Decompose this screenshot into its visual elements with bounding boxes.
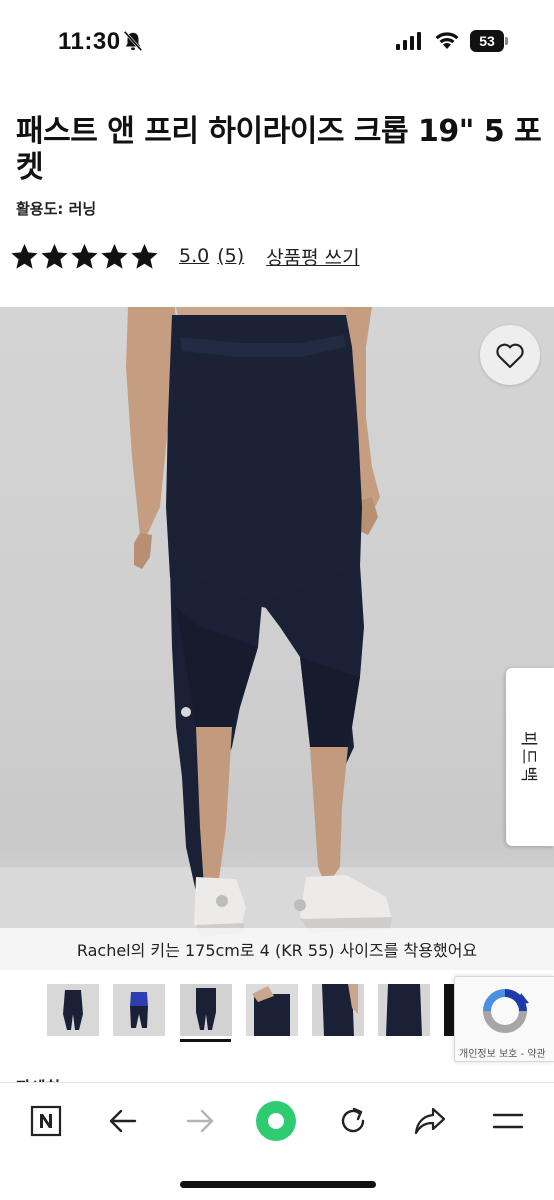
forward-arrow-icon xyxy=(186,1109,214,1133)
back-button[interactable] xyxy=(101,1099,145,1143)
rating-row: 5.0 (5) 상품평 쓰기 xyxy=(10,238,360,274)
green-dot-button[interactable] xyxy=(254,1099,298,1143)
status-time: 11:30 xyxy=(58,28,121,55)
model-photo xyxy=(0,307,554,970)
share-icon xyxy=(414,1107,446,1135)
green-circle-icon xyxy=(256,1101,296,1141)
thumbnail-4[interactable] xyxy=(246,984,298,1036)
rating-count-link[interactable]: (5) xyxy=(217,245,244,267)
recaptcha-badge[interactable]: 개인정보 보호 - 약관 xyxy=(454,976,554,1062)
bell-slash-icon xyxy=(123,30,143,52)
home-indicator xyxy=(180,1181,376,1188)
heart-outline-icon xyxy=(496,343,524,369)
refresh-button[interactable] xyxy=(331,1099,375,1143)
product-image[interactable]: Rachel의 키는 175cm로 4 (KR 55) 사이즈를 착용했어요 xyxy=(0,307,554,970)
refresh-icon xyxy=(341,1107,365,1133)
feedback-label: 피드백 xyxy=(517,730,538,784)
wifi-icon xyxy=(435,32,459,49)
forward-button[interactable] xyxy=(178,1099,222,1143)
rating-stars xyxy=(10,242,159,271)
naver-home-icon xyxy=(30,1105,62,1137)
thumbnail-5[interactable] xyxy=(312,984,364,1036)
share-button[interactable] xyxy=(408,1099,452,1143)
status-bar: 11:30 53 xyxy=(0,0,554,84)
recaptcha-icon xyxy=(483,989,529,1033)
thumbnail-1[interactable] xyxy=(47,984,99,1036)
thumbnail-2[interactable] xyxy=(113,984,165,1036)
battery-level: 53 xyxy=(470,30,504,52)
thumbnail-3[interactable] xyxy=(180,984,232,1036)
star-icon xyxy=(11,243,38,269)
write-review-link[interactable]: 상품평 쓰기 xyxy=(266,243,359,270)
back-arrow-icon xyxy=(109,1109,137,1133)
thumbnail-6[interactable] xyxy=(378,984,430,1036)
battery-icon: 53 xyxy=(470,30,508,52)
model-size-caption: Rachel의 키는 175cm로 4 (KR 55) 사이즈를 착용했어요 xyxy=(76,941,478,960)
star-icon xyxy=(71,243,98,269)
star-icon xyxy=(131,243,158,269)
feedback-tab[interactable]: 피드백 xyxy=(506,668,554,846)
thumbnail-selected-indicator xyxy=(180,1039,231,1042)
star-icon xyxy=(41,243,68,269)
naver-home-button[interactable] xyxy=(24,1099,68,1143)
menu-button[interactable] xyxy=(486,1099,530,1143)
caption-bar: Rachel의 키는 175cm로 4 (KR 55) 사이즈를 착용했어요 xyxy=(0,928,554,970)
recaptcha-privacy-terms[interactable]: 개인정보 보호 - 약관 xyxy=(459,1045,546,1060)
product-title: 패스트 앤 프리 하이라이즈 크롭 19" 5 포켓 xyxy=(16,114,542,185)
menu-icon xyxy=(492,1113,524,1129)
signal-icon xyxy=(396,32,421,50)
rating-score-link[interactable]: 5.0 xyxy=(179,245,209,267)
favorite-button[interactable] xyxy=(480,325,540,385)
product-activity: 활용도: 러닝 xyxy=(16,200,97,218)
star-icon xyxy=(101,243,128,269)
